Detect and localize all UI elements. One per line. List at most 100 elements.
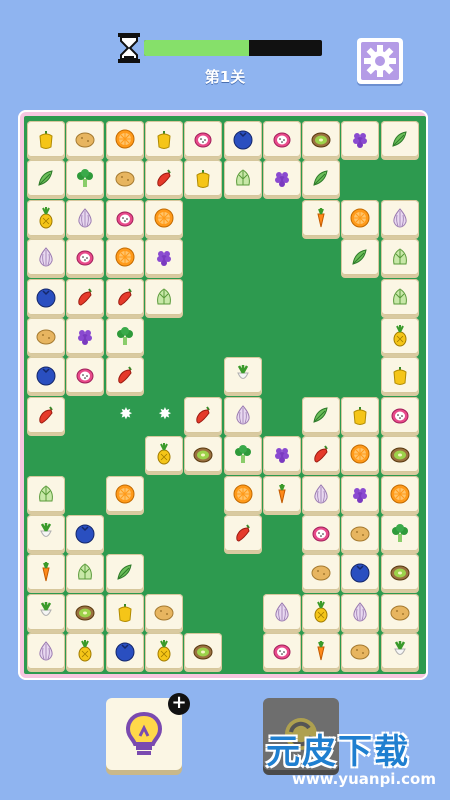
- tile-kiwi[interactable]: [380, 554, 419, 591]
- tile-potato[interactable]: [341, 515, 380, 551]
- tile-radish[interactable]: [27, 515, 65, 551]
- tile-orange[interactable]: [223, 475, 262, 512]
- tile-blueberry[interactable]: [341, 554, 380, 591]
- dragonfruit-icon: [273, 132, 291, 148]
- tile-grape[interactable]: [341, 121, 380, 157]
- tile-dragonfruit[interactable]: [184, 121, 223, 157]
- tile-cabbage[interactable]: [144, 278, 183, 315]
- tile-dragonfruit[interactable]: [105, 199, 144, 236]
- tile-pineapple[interactable]: [144, 436, 183, 473]
- tile-pineapple[interactable]: [302, 593, 341, 630]
- tile-blueberry[interactable]: [27, 357, 65, 394]
- tile-onion[interactable]: [380, 199, 419, 236]
- tile-kiwi[interactable]: [184, 633, 223, 670]
- tile-onion[interactable]: [262, 593, 301, 630]
- tile-orange[interactable]: [105, 121, 144, 157]
- tile-broccoli[interactable]: [380, 515, 419, 551]
- tile-orange[interactable]: [341, 436, 380, 473]
- tile-potato[interactable]: [27, 318, 65, 354]
- tile-spinach[interactable]: [105, 554, 144, 591]
- hint-plus-badge[interactable]: +: [168, 693, 190, 715]
- tile-pepper-yellow[interactable]: [184, 160, 223, 197]
- tile-dragonfruit[interactable]: [66, 239, 105, 276]
- tile-spinach[interactable]: [27, 160, 65, 197]
- settings-button[interactable]: [357, 38, 403, 84]
- tile-pepper-red[interactable]: [184, 396, 223, 433]
- tile-kiwi[interactable]: [380, 436, 419, 473]
- tile-orange[interactable]: [341, 199, 380, 236]
- tile-pepper-red[interactable]: [27, 396, 65, 433]
- tile-cabbage[interactable]: [223, 160, 262, 197]
- tile-grape[interactable]: [144, 239, 183, 276]
- tile-onion[interactable]: [27, 633, 65, 670]
- tile-broccoli[interactable]: [105, 318, 144, 354]
- tile-dragonfruit[interactable]: [262, 633, 301, 670]
- tile-pepper-yellow[interactable]: [341, 396, 380, 433]
- tile-cabbage[interactable]: [380, 278, 419, 315]
- tile-onion[interactable]: [341, 593, 380, 630]
- tile-kiwi[interactable]: [302, 121, 341, 157]
- tile-pepper-red[interactable]: [223, 515, 262, 551]
- tile-radish[interactable]: [223, 357, 262, 394]
- tile-blueberry[interactable]: [105, 633, 144, 670]
- tile-dragonfruit[interactable]: [380, 396, 419, 433]
- tile-potato[interactable]: [341, 633, 380, 670]
- tile-orange[interactable]: [144, 199, 183, 236]
- tile-dragonfruit[interactable]: [66, 357, 105, 394]
- tile-radish[interactable]: [380, 633, 419, 670]
- tile-grape[interactable]: [262, 436, 301, 473]
- tile-orange[interactable]: [105, 475, 144, 512]
- tile-carrot[interactable]: [302, 199, 341, 236]
- tile-onion[interactable]: [302, 475, 341, 512]
- spinach-icon: [313, 170, 328, 187]
- tile-cabbage[interactable]: [66, 554, 105, 591]
- tile-pepper-red[interactable]: [105, 357, 144, 394]
- tile-dragonfruit[interactable]: [262, 121, 301, 157]
- tile-broccoli[interactable]: [66, 160, 105, 197]
- tile-spinach[interactable]: [302, 396, 341, 433]
- tile-cabbage[interactable]: [27, 475, 65, 512]
- tile-pineapple[interactable]: [380, 318, 419, 354]
- tile-pepper-red[interactable]: [144, 160, 183, 197]
- tile-dragonfruit[interactable]: [302, 515, 341, 551]
- tile-potato[interactable]: [144, 593, 183, 630]
- tile-spinach[interactable]: [341, 239, 380, 276]
- tile-pineapple[interactable]: [144, 633, 183, 670]
- tile-kiwi[interactable]: [184, 436, 223, 473]
- pepper-red-icon: [157, 169, 171, 187]
- tile-pepper-red[interactable]: [105, 278, 144, 315]
- tile-spinach[interactable]: [302, 160, 341, 197]
- tile-pepper-yellow[interactable]: [105, 593, 144, 630]
- tile-orange[interactable]: [105, 239, 144, 276]
- tile-pepper-yellow[interactable]: [27, 121, 65, 157]
- tile-grape[interactable]: [262, 160, 301, 197]
- tile-onion[interactable]: [27, 239, 65, 276]
- tile-pepper-red[interactable]: [302, 436, 341, 473]
- tile-carrot[interactable]: [262, 475, 301, 512]
- tile-potato[interactable]: [380, 593, 419, 630]
- tile-blueberry[interactable]: [27, 278, 65, 315]
- broccoli-icon: [234, 445, 251, 464]
- tile-pineapple[interactable]: [66, 633, 105, 670]
- tile-radish[interactable]: [27, 593, 65, 630]
- tile-kiwi[interactable]: [66, 593, 105, 630]
- tile-grape[interactable]: [341, 475, 380, 512]
- tile-potato[interactable]: [302, 554, 341, 591]
- tile-broccoli[interactable]: [223, 436, 262, 473]
- tile-carrot[interactable]: [302, 633, 341, 670]
- tile-pepper-red[interactable]: [66, 278, 105, 315]
- tile-blueberry[interactable]: [223, 121, 262, 157]
- tile-pineapple[interactable]: [27, 199, 65, 236]
- tile-grape[interactable]: [66, 318, 105, 354]
- tile-pepper-yellow[interactable]: [144, 121, 183, 157]
- tile-onion[interactable]: [223, 396, 262, 433]
- tile-orange[interactable]: [380, 475, 419, 512]
- tile-carrot[interactable]: [27, 554, 65, 591]
- tile-potato[interactable]: [105, 160, 144, 197]
- tile-potato[interactable]: [66, 121, 105, 157]
- tile-onion[interactable]: [66, 199, 105, 236]
- tile-spinach[interactable]: [380, 121, 419, 157]
- tile-cabbage[interactable]: [380, 239, 419, 276]
- tile-blueberry[interactable]: [66, 515, 105, 551]
- tile-pepper-yellow[interactable]: [380, 357, 419, 394]
